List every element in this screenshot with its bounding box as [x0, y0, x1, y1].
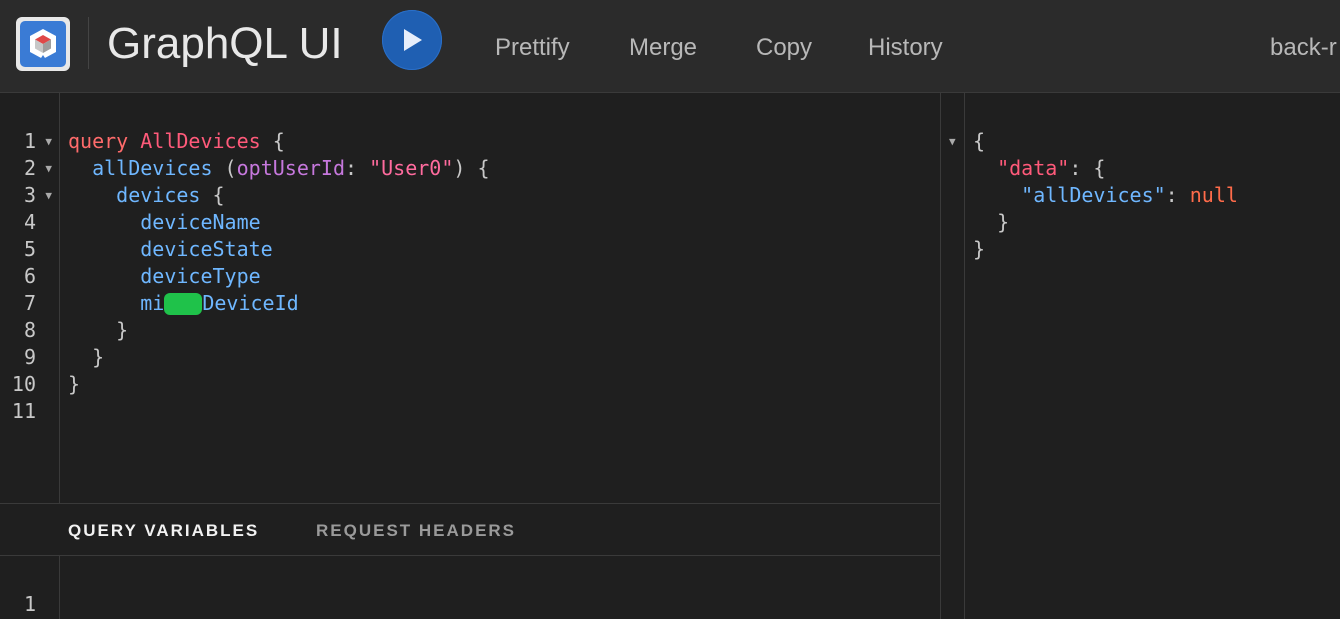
line-number: 8 — [23, 318, 36, 342]
line-number: 4 — [23, 210, 36, 234]
code-line: mi DeviceId — [140, 291, 299, 315]
endpoint-selector[interactable]: back-r — [1270, 33, 1337, 63]
line-number: 9 — [23, 345, 36, 369]
history-button[interactable]: History — [868, 33, 943, 63]
line-number: 6 — [23, 264, 36, 288]
line-number: 2 ▼ — [23, 155, 52, 182]
line-number: 3 ▼ — [23, 182, 52, 209]
toolbar-divider — [88, 17, 89, 69]
prettify-button[interactable]: Prettify — [495, 33, 570, 63]
fold-arrow-icon[interactable]: ▼ — [45, 182, 52, 209]
line-number: 1 ▼ — [23, 128, 52, 155]
app-title: GraphQL UI — [107, 19, 343, 68]
result-line: "data": { — [997, 156, 1106, 180]
result-viewer: ▼ { "data": { "allDevices": null } } — [941, 93, 1340, 619]
redaction-mark — [164, 292, 203, 315]
copy-button[interactable]: Copy — [756, 33, 812, 63]
toolbar: GraphQL UI Prettify Merge Copy History b… — [0, 0, 1340, 93]
variables-editor[interactable]: 1 — [0, 556, 940, 619]
line-number: 5 — [23, 237, 36, 261]
code-line: allDevices (optUserId: "User0") { — [92, 156, 490, 180]
merge-button[interactable]: Merge — [629, 33, 697, 63]
code-line: } — [68, 372, 81, 396]
code-line: deviceType — [140, 264, 261, 288]
graphql-logo-icon — [16, 17, 70, 71]
query-editor[interactable]: 1 ▼ 2 ▼ 3 ▼ 4 5 6 7 8 9 10 11 query AllDevi… — [0, 93, 940, 503]
line-number: 11 — [11, 399, 36, 423]
variables-panel-header: QUERY VARIABLES REQUEST HEADERS — [0, 503, 940, 556]
line-number: 10 — [11, 372, 36, 396]
line-gutter: 1 ▼ 2 ▼ 3 ▼ 4 5 6 7 8 9 10 11 — [0, 93, 60, 503]
play-icon — [404, 29, 422, 51]
code-line: deviceName — [140, 210, 261, 234]
line-number: 7 — [23, 291, 36, 315]
result-gutter: ▼ — [941, 93, 965, 619]
fold-arrow-icon[interactable]: ▼ — [949, 128, 956, 155]
result-line: "allDevices": null — [1021, 183, 1238, 207]
result-line: { — [973, 129, 986, 153]
result-line: } — [997, 210, 1010, 234]
run-query-button[interactable] — [382, 10, 442, 70]
code-line: } — [116, 318, 129, 342]
code-line: query AllDevices { — [68, 129, 285, 153]
line-gutter: 1 — [0, 556, 60, 619]
line-number: 1 — [23, 592, 36, 616]
result-line: } — [973, 237, 986, 261]
code-line: } — [92, 345, 105, 369]
code-line: devices { — [116, 183, 225, 207]
tab-request-headers[interactable]: REQUEST HEADERS — [316, 520, 516, 542]
code-line: deviceState — [140, 237, 273, 261]
fold-arrow-icon[interactable]: ▼ — [45, 128, 52, 155]
tab-query-variables[interactable]: QUERY VARIABLES — [68, 520, 259, 542]
fold-arrow-icon[interactable]: ▼ — [45, 155, 52, 182]
graphql-ui-app: GraphQL UI Prettify Merge Copy History b… — [0, 0, 1340, 619]
